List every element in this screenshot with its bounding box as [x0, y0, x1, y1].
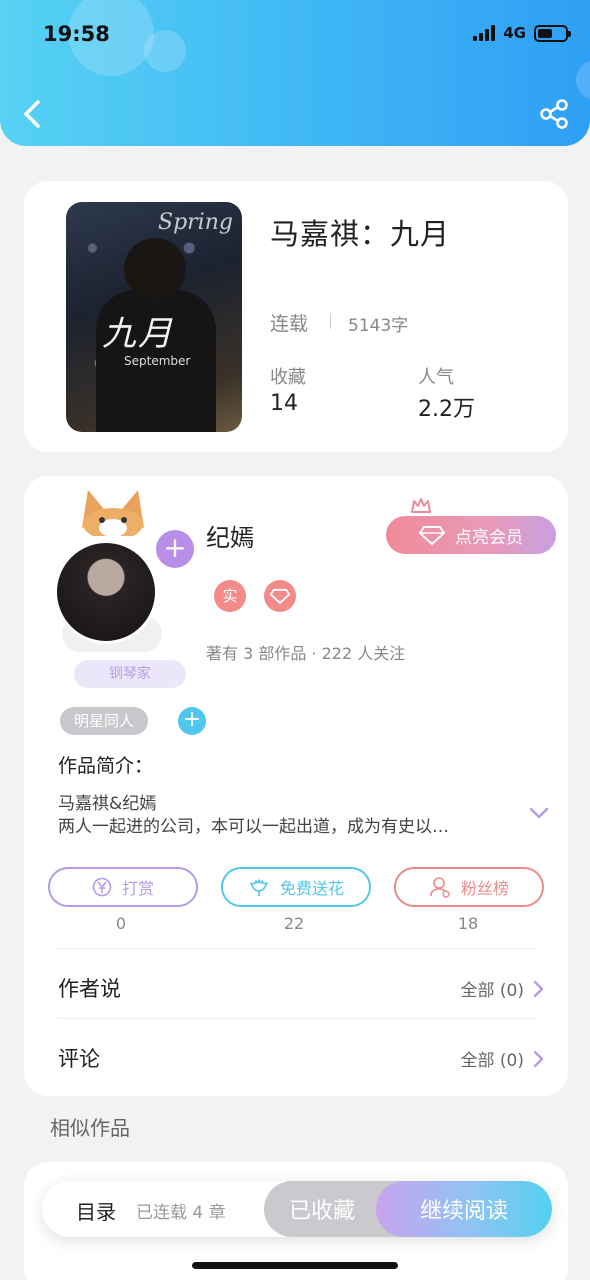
author-says-all[interactable]: 全部 (0): [461, 976, 544, 1001]
user-icon: [430, 877, 450, 898]
vip-button[interactable]: 点亮会员: [386, 516, 556, 554]
favorited-label: 已收藏: [288, 1199, 355, 1224]
decorative-bubble: [576, 60, 590, 100]
vip-label: 点亮会员: [455, 527, 523, 548]
continue-reading-label: 继续阅读: [419, 1199, 508, 1224]
send-flower-label: 免费送花: [279, 879, 344, 898]
add-tag-plus-icon[interactable]: +: [178, 707, 206, 735]
reward-label: 打赏: [121, 879, 154, 898]
send-flower-button[interactable]: 免费送花: [221, 867, 371, 907]
follow-plus-icon[interactable]: +: [156, 530, 194, 568]
author-name[interactable]: 纪嫣: [206, 518, 254, 553]
home-indicator[interactable]: [192, 1262, 398, 1269]
crown-icon: [411, 498, 431, 513]
yen-icon: [92, 877, 112, 897]
vip-diamond-badge: [264, 580, 296, 612]
cover-subtitle: September: [124, 354, 191, 368]
divider: [330, 313, 331, 329]
author-says-label[interactable]: 作者说: [58, 973, 121, 1003]
flower-icon: [250, 879, 268, 896]
word-count: 5143字: [348, 316, 409, 336]
chevron-right-icon: [533, 1050, 544, 1067]
intro-line-1: 马嘉祺&纪嫣: [58, 794, 157, 814]
author-badge: 钢琴家: [74, 660, 186, 688]
flower-count: 22: [283, 914, 305, 933]
signal-icon: [473, 25, 496, 41]
decorative-bubble: [144, 30, 186, 72]
book-cover[interactable]: Spring 九月 September: [66, 202, 242, 432]
dog-ears-decoration: [82, 490, 144, 536]
author-card: + 钢琴家 纪嫣 点亮会员 实 著有 3 部作品 · 222 人关注 明星同人 …: [24, 476, 568, 1096]
book-info-card: Spring 九月 September 马嘉祺：九月 连载 5143字 收藏 1…: [24, 181, 568, 452]
cover-title: 九月: [102, 314, 174, 354]
comments-count: 全部 (0): [460, 1051, 524, 1071]
author-avatar-frame[interactable]: + 钢琴家: [50, 488, 200, 688]
popularity-label: 人气: [418, 367, 454, 388]
continue-reading-button[interactable]: 继续阅读: [376, 1181, 552, 1237]
genre-tag[interactable]: 明星同人: [60, 707, 149, 735]
popularity-value: 2.2万: [418, 397, 475, 422]
toc-button[interactable]: 目录: [76, 1196, 116, 1225]
cover-spring-text: Spring: [158, 210, 233, 235]
real-name-badge: 实: [214, 580, 246, 612]
status-time: 19:58: [43, 22, 110, 46]
bottom-action-bar: 目录 已连载 4 章 已收藏 继续阅读: [42, 1181, 552, 1237]
author-says-count: 全部 (0): [460, 981, 524, 1001]
intro-line-2: 两人一起进的公司，本可以一起出道，成为有史以…: [58, 817, 449, 837]
intro-label: 作品简介：: [58, 755, 154, 777]
author-meta: 著有 3 部作品 · 222 人关注: [206, 644, 406, 663]
fan-rank-button[interactable]: 粉丝榜: [394, 867, 544, 907]
diamond-icon: [269, 588, 291, 604]
share-icon[interactable]: [538, 98, 570, 130]
reward-button[interactable]: 打赏: [48, 867, 198, 907]
chevron-down-icon[interactable]: [528, 806, 550, 820]
status-indicators: 4G: [473, 24, 571, 42]
similar-works-title: 相似作品: [50, 1116, 130, 1140]
divider: [58, 1018, 536, 1019]
back-icon[interactable]: [18, 94, 48, 134]
battery-icon: [534, 24, 571, 42]
comments-label[interactable]: 评论: [58, 1043, 100, 1073]
fan-rank-label: 粉丝榜: [460, 879, 509, 898]
avatar[interactable]: [54, 540, 158, 644]
chevron-right-icon: [533, 980, 544, 997]
fan-count: 18: [457, 914, 479, 933]
comments-all[interactable]: 全部 (0): [461, 1046, 544, 1071]
favorites-value: 14: [270, 391, 298, 416]
book-title: 马嘉祺：九月: [270, 217, 451, 251]
divider: [58, 948, 536, 949]
reward-count: 0: [115, 914, 127, 933]
diamond-icon: [419, 526, 445, 545]
book-status: 连载: [270, 313, 309, 335]
chapter-count: 已连载 4 章: [136, 1203, 226, 1223]
favorites-label: 收藏: [270, 367, 306, 388]
network-type: 4G: [503, 24, 526, 42]
header: 19:58 4G: [0, 0, 590, 146]
